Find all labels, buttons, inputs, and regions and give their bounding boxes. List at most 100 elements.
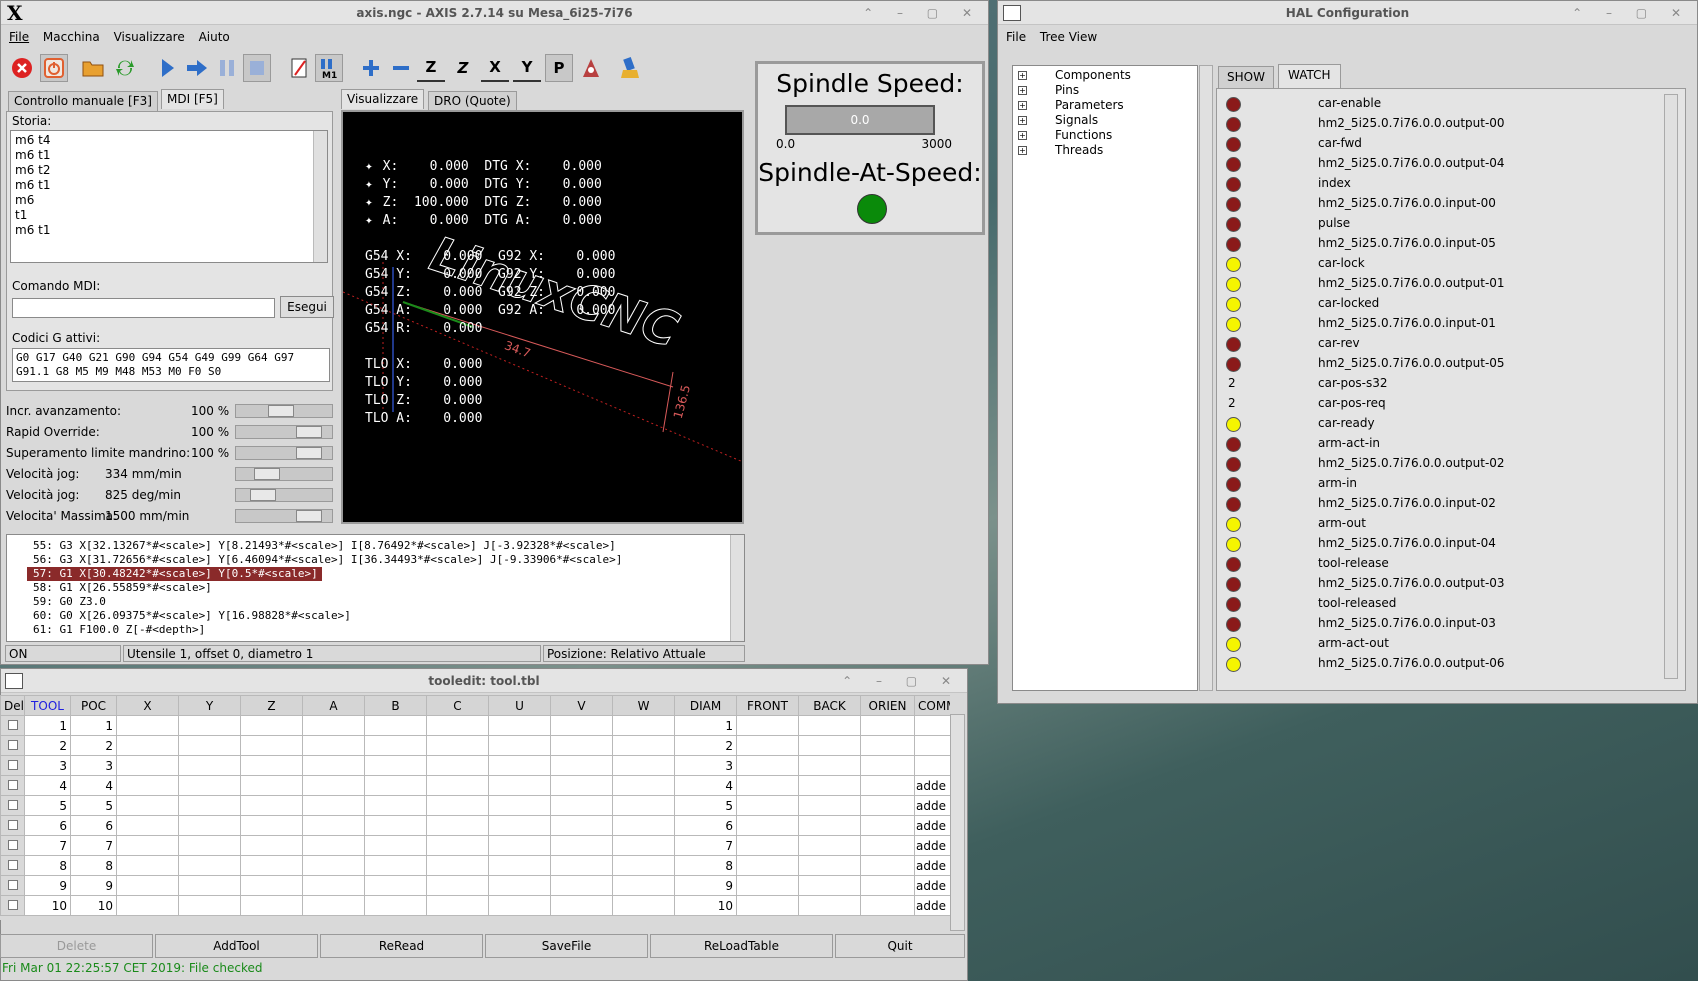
- power-icon[interactable]: [40, 54, 68, 82]
- cell-empty[interactable]: [116, 815, 179, 836]
- cell-empty[interactable]: [550, 735, 613, 756]
- cell-diam[interactable]: 2: [674, 735, 737, 756]
- view-x-icon[interactable]: X: [481, 54, 509, 82]
- tab-watch[interactable]: WATCH: [1278, 64, 1341, 88]
- history-item[interactable]: t1: [15, 208, 50, 223]
- expand-icon[interactable]: +: [1018, 71, 1027, 80]
- cell-empty[interactable]: [364, 815, 427, 836]
- exec-button[interactable]: Esegui: [280, 296, 334, 318]
- cell-empty[interactable]: [612, 735, 675, 756]
- cell-empty[interactable]: [116, 775, 179, 796]
- cell-empty[interactable]: [798, 735, 861, 756]
- menu-file[interactable]: File: [9, 30, 29, 44]
- delete-checkbox[interactable]: [7, 779, 18, 790]
- cell-diam[interactable]: 1: [674, 715, 737, 736]
- cell-comment[interactable]: [914, 735, 950, 756]
- cell-empty[interactable]: [550, 815, 613, 836]
- cell-empty[interactable]: [736, 815, 799, 836]
- cell-empty[interactable]: [488, 875, 551, 896]
- cell-empty[interactable]: [302, 835, 365, 856]
- cell-empty[interactable]: [612, 775, 675, 796]
- tab-visualizzare[interactable]: Visualizzare: [341, 89, 425, 109]
- cell-empty[interactable]: [116, 735, 179, 756]
- cell-empty[interactable]: [116, 875, 179, 896]
- cell-tool[interactable]: 6: [24, 815, 71, 836]
- delete-checkbox[interactable]: [7, 859, 18, 870]
- cell-empty[interactable]: [488, 795, 551, 816]
- cell-empty[interactable]: [240, 775, 303, 796]
- delete-checkbox[interactable]: [7, 879, 18, 890]
- cell-poc[interactable]: 3: [70, 755, 117, 776]
- cell-empty[interactable]: [364, 835, 427, 856]
- tool-table-scrollbar[interactable]: [950, 714, 965, 931]
- cell-comment[interactable]: adde: [914, 875, 950, 896]
- cell-comment[interactable]: adde: [914, 775, 950, 796]
- cell-comment[interactable]: [914, 715, 950, 736]
- cell-empty[interactable]: [798, 775, 861, 796]
- cell-empty[interactable]: [178, 875, 241, 896]
- cell-empty[interactable]: [240, 835, 303, 856]
- override-slider[interactable]: [235, 425, 333, 439]
- cell-empty[interactable]: [302, 895, 365, 916]
- cell-empty[interactable]: [240, 875, 303, 896]
- cell-poc[interactable]: 8: [70, 855, 117, 876]
- view-y-icon[interactable]: Y: [513, 54, 541, 82]
- slider-handle[interactable]: [250, 489, 276, 501]
- cell-diam[interactable]: 4: [674, 775, 737, 796]
- cell-empty[interactable]: [426, 815, 489, 836]
- cell-empty[interactable]: [302, 795, 365, 816]
- cell-empty[interactable]: [550, 895, 613, 916]
- stop-icon[interactable]: [243, 54, 271, 82]
- cell-empty[interactable]: [736, 755, 799, 776]
- cell-tool[interactable]: 2: [24, 735, 71, 756]
- override-slider[interactable]: [235, 509, 333, 523]
- cell-poc[interactable]: 10: [70, 895, 117, 916]
- gcode-scrollbar[interactable]: [730, 535, 744, 641]
- slider-handle[interactable]: [254, 468, 280, 480]
- view-p-icon[interactable]: P: [545, 54, 573, 82]
- cell-empty[interactable]: [302, 855, 365, 876]
- view-z2-icon[interactable]: Z: [449, 54, 477, 82]
- cell-empty[interactable]: [178, 815, 241, 836]
- cell-empty[interactable]: [860, 755, 915, 776]
- cell-poc[interactable]: 7: [70, 835, 117, 856]
- cell-empty[interactable]: [798, 835, 861, 856]
- expand-icon[interactable]: +: [1018, 131, 1027, 140]
- cell-empty[interactable]: [426, 755, 489, 776]
- cell-empty[interactable]: [240, 795, 303, 816]
- cell-empty[interactable]: [116, 755, 179, 776]
- cell-diam[interactable]: 9: [674, 875, 737, 896]
- cell-empty[interactable]: [736, 715, 799, 736]
- cell-tool[interactable]: 3: [24, 755, 71, 776]
- open-icon[interactable]: [79, 54, 107, 82]
- cell-empty[interactable]: [364, 715, 427, 736]
- cell-empty[interactable]: [612, 815, 675, 836]
- cell-empty[interactable]: [178, 795, 241, 816]
- cell-empty[interactable]: [364, 735, 427, 756]
- cell-empty[interactable]: [860, 855, 915, 876]
- cell-poc[interactable]: 1: [70, 715, 117, 736]
- gcode-line[interactable]: 55: G3 X[32.13267*#<scale>] Y[8.21493*#<…: [27, 539, 616, 552]
- cell-empty[interactable]: [240, 715, 303, 736]
- history-item[interactable]: m6: [15, 193, 50, 208]
- column-header[interactable]: BACK: [798, 695, 861, 716]
- menu-file[interactable]: File: [1006, 30, 1026, 44]
- column-header[interactable]: X: [116, 695, 179, 716]
- cell-empty[interactable]: [426, 875, 489, 896]
- hal-tree[interactable]: + Components + Pins + Parameters + Signals + Func…: [1012, 65, 1198, 691]
- cell-empty[interactable]: [488, 835, 551, 856]
- cell-empty[interactable]: [488, 715, 551, 736]
- column-header[interactable]: COMME: [914, 695, 950, 716]
- override-slider[interactable]: [235, 488, 333, 502]
- cell-empty[interactable]: [860, 835, 915, 856]
- cell-empty[interactable]: [302, 815, 365, 836]
- cell-empty[interactable]: [302, 735, 365, 756]
- override-slider[interactable]: [235, 467, 333, 481]
- cell-empty[interactable]: [178, 775, 241, 796]
- cell-diam[interactable]: 8: [674, 855, 737, 876]
- cell-empty[interactable]: [612, 855, 675, 876]
- cell-empty[interactable]: [550, 855, 613, 876]
- slider-handle[interactable]: [296, 426, 322, 438]
- cell-empty[interactable]: [550, 715, 613, 736]
- cell-empty[interactable]: [612, 895, 675, 916]
